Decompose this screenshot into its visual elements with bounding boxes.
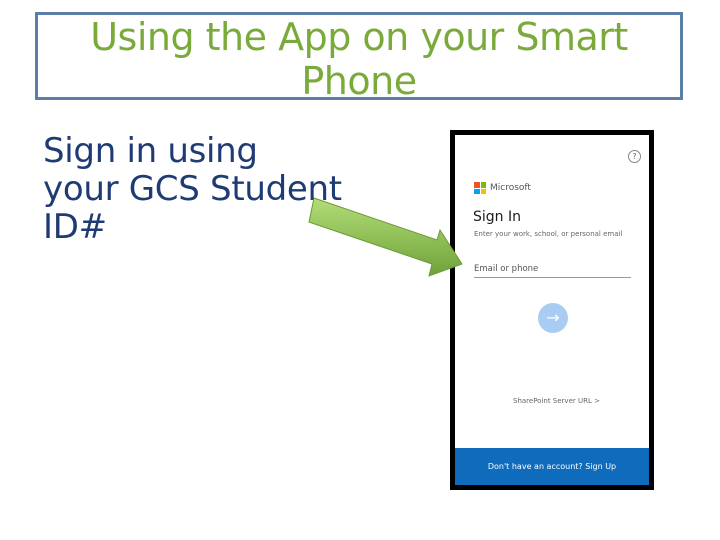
pointer-arrow	[308, 197, 463, 277]
pointer-arrow-shape	[308, 197, 463, 277]
